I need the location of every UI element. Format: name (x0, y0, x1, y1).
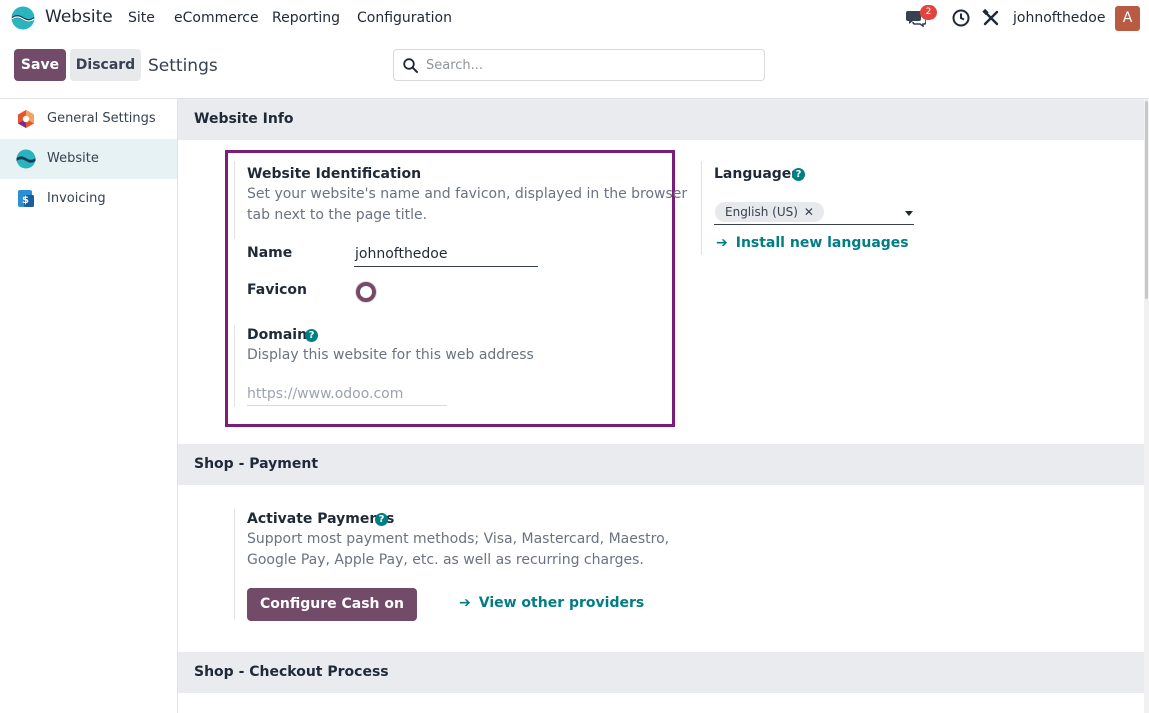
remove-tag-icon[interactable]: ✕ (804, 205, 814, 219)
user-menu-name[interactable]: johnofthedoe (1013, 10, 1106, 26)
app-name[interactable]: Website (45, 7, 113, 27)
website-app-logo-icon[interactable] (11, 6, 35, 30)
setting-title-website-identification: Website Identification (247, 166, 422, 182)
setting-description: Support most payment methods; Visa, Mast… (247, 529, 669, 571)
sidebar-item-label: Website (47, 151, 99, 166)
languages-select[interactable]: English (US) ✕ (714, 201, 914, 225)
arrow-right-icon: ➔ (459, 595, 471, 611)
messages-badge: 2 (920, 5, 937, 20)
sidebar-item-label: General Settings (47, 111, 156, 126)
description-line: Support most payment methods; Visa, Mast… (247, 531, 670, 547)
setting-title-domain: Domain (247, 327, 308, 343)
sidebar-item-general-settings[interactable]: General Settings (0, 99, 177, 139)
section-header-shop-payment: Shop - Payment (178, 444, 1144, 485)
menu-configuration[interactable]: Configuration (357, 10, 452, 26)
activity-clock-icon[interactable] (952, 9, 970, 27)
search-input[interactable] (426, 55, 746, 75)
odoo-settings-icon (18, 110, 34, 128)
view-other-providers-link[interactable]: ➔ View other providers (459, 595, 644, 611)
debug-tools-icon[interactable] (982, 9, 1000, 27)
section-header-shop-checkout: Shop - Checkout Process (178, 652, 1144, 693)
avatar[interactable]: A (1115, 6, 1140, 31)
description-line: Google Pay, Apple Pay, etc. as well as r… (247, 552, 644, 568)
description-line: Set your website's name and favicon, dis… (247, 186, 688, 202)
name-label: Name (247, 245, 293, 261)
favicon-label: Favicon (247, 282, 307, 298)
settings-sidebar: General Settings Website $ Invoicing (0, 99, 178, 713)
divider (234, 509, 235, 619)
sidebar-item-website[interactable]: Website (0, 139, 177, 179)
description-line: tab next to the page title. (247, 207, 428, 223)
language-tag[interactable]: English (US) ✕ (715, 202, 824, 222)
website-name-field[interactable]: johnofthedoe (354, 243, 538, 267)
search-bar[interactable] (393, 49, 765, 81)
section-title: Website Info (194, 111, 294, 127)
top-navbar: Website Site eCommerce Reporting Configu… (0, 0, 1149, 36)
arrow-right-icon: ➔ (716, 235, 728, 251)
search-icon (403, 58, 418, 73)
help-icon[interactable]: ? (305, 329, 318, 342)
link-label: Install new languages (735, 235, 909, 251)
discard-button[interactable]: Discard (70, 49, 141, 81)
section-header-website-info: Website Info (178, 99, 1144, 140)
page-title: Settings (148, 56, 218, 76)
install-languages-link[interactable]: ➔ Install new languages (716, 235, 909, 251)
sidebar-item-invoicing[interactable]: $ Invoicing (0, 179, 177, 219)
domain-description: Display this website for this web addres… (247, 347, 534, 363)
help-icon[interactable]: ? (375, 513, 388, 526)
setting-title-languages: Languages (714, 166, 800, 182)
setting-description: Set your website's name and favicon, dis… (247, 184, 687, 226)
website-app-icon (16, 149, 36, 169)
domain-input[interactable]: https://www.odoo.com (247, 382, 447, 406)
divider (701, 161, 702, 255)
favicon-image-upload[interactable] (356, 282, 376, 302)
setting-title-activate-payments: Activate Payments (247, 511, 395, 527)
link-label: View other providers (478, 595, 645, 611)
menu-site[interactable]: Site (128, 10, 155, 26)
scrollbar-thumb[interactable] (1145, 101, 1148, 299)
save-button[interactable]: Save (14, 49, 66, 81)
section-title: Shop - Checkout Process (194, 664, 389, 680)
svg-text:$: $ (22, 195, 29, 206)
sidebar-item-label: Invoicing (47, 191, 106, 206)
configure-cash-on-delivery-button[interactable]: Configure Cash on Delivery (247, 588, 417, 645)
language-tag-label: English (US) (725, 205, 798, 219)
settings-main: Website Info Website Identification Set … (178, 99, 1149, 713)
invoicing-app-icon: $ (18, 190, 34, 207)
menu-ecommerce[interactable]: eCommerce (174, 10, 259, 26)
divider (234, 161, 235, 239)
divider (234, 325, 235, 407)
menu-reporting[interactable]: Reporting (272, 10, 340, 26)
help-icon[interactable]: ? (792, 168, 805, 181)
section-title: Shop - Payment (194, 456, 319, 472)
chevron-down-icon[interactable] (905, 211, 913, 216)
